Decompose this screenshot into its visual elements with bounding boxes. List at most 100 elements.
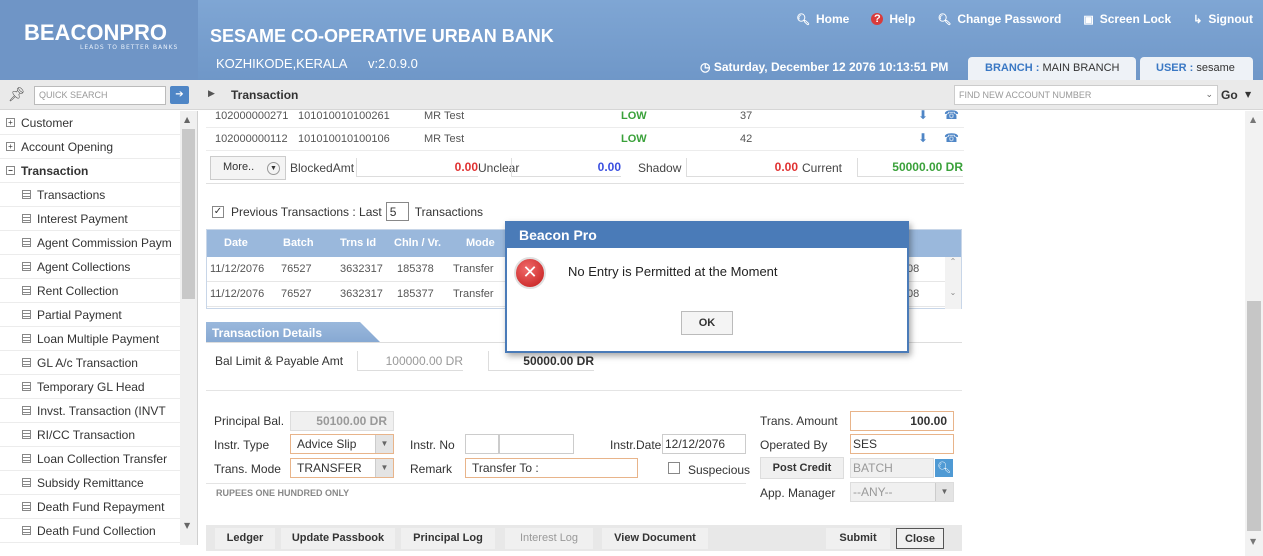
current-value: 50000.00 DR bbox=[857, 158, 963, 177]
app-manager-select[interactable]: --ANY-- ▼ bbox=[850, 482, 954, 502]
account-row[interactable]: 102000000271 101010010100261 MR Test LOW… bbox=[206, 105, 964, 128]
sidebar-subitem-label: Death Fund Repayment bbox=[37, 499, 165, 514]
batch-input[interactable]: BATCH bbox=[850, 458, 934, 478]
account-count: 37 bbox=[740, 110, 753, 122]
ok-button[interactable]: OK bbox=[681, 311, 733, 335]
submit-button[interactable]: Submit bbox=[826, 528, 890, 549]
sidebar-subitem-label: Agent Commission Paym bbox=[37, 235, 172, 250]
scroll-up-icon[interactable]: ▲ bbox=[184, 115, 190, 124]
suspecious-checkbox[interactable] bbox=[668, 462, 680, 474]
document-icon bbox=[22, 406, 31, 415]
cell-date: 11/12/2076 bbox=[210, 263, 265, 275]
download-icon[interactable]: ⬇ bbox=[918, 108, 928, 122]
signout-icon: ↳ bbox=[1193, 13, 1203, 26]
sidebar-subitem[interactable]: RI/CC Transaction bbox=[0, 423, 180, 447]
instr-type-label: Instr. Type bbox=[214, 438, 270, 452]
chevron-down-icon[interactable]: ⌄ bbox=[1205, 89, 1213, 100]
main-scrollbar[interactable]: ▲ ▼ bbox=[1245, 111, 1263, 556]
pin-icon[interactable]: 📌︎ bbox=[8, 87, 26, 103]
view-document-button[interactable]: View Document bbox=[602, 528, 708, 549]
document-icon bbox=[22, 430, 31, 439]
principal-log-button[interactable]: Principal Log bbox=[401, 528, 495, 549]
close-button[interactable]: Close bbox=[896, 528, 944, 549]
ledger-button[interactable]: Ledger bbox=[215, 528, 275, 549]
logo-text: BEACONPRO bbox=[24, 20, 168, 45]
expand-icon[interactable]: + bbox=[6, 142, 15, 151]
go-button[interactable]: Go bbox=[1221, 88, 1238, 102]
signout-link[interactable]: ↳ Signout bbox=[1193, 12, 1253, 26]
chevron-down-icon[interactable]: ▼ bbox=[935, 483, 953, 501]
download-icon[interactable]: ⬇ bbox=[918, 131, 928, 145]
sidebar-subitem-label: Loan Collection Transfer bbox=[37, 451, 168, 466]
sidebar-item[interactable]: + Account Opening bbox=[0, 135, 180, 159]
sidebar-subitem[interactable]: Subsidy Remittance bbox=[0, 471, 180, 495]
more-button[interactable]: More.. ▼ bbox=[210, 156, 286, 180]
sidebar-subitem[interactable]: Partial Payment bbox=[0, 303, 180, 327]
sidebar-subitem[interactable]: Agent Collections bbox=[0, 255, 180, 279]
scroll-up-icon[interactable]: ▲ bbox=[1250, 115, 1256, 124]
sidebar-item[interactable]: − Transaction bbox=[0, 159, 180, 183]
phone-icon[interactable]: ☎ bbox=[944, 108, 959, 122]
instr-date-input[interactable]: 12/12/2076 bbox=[662, 434, 746, 454]
branch-tab[interactable]: BRANCH : MAIN BRANCH bbox=[968, 57, 1136, 80]
sidebar-subitem[interactable]: Transactions bbox=[0, 183, 180, 207]
user-tab[interactable]: USER : sesame bbox=[1140, 57, 1253, 80]
find-account-placeholder: FIND NEW ACCOUNT NUMBER bbox=[959, 90, 1092, 100]
last-count-input[interactable]: 5 bbox=[385, 202, 409, 221]
sidebar-subitem[interactable]: Invst. Transaction (INVT bbox=[0, 399, 180, 423]
instr-no-prefix-input[interactable] bbox=[465, 434, 499, 454]
sidebar-subitem[interactable]: Temporary GL Head bbox=[0, 375, 180, 399]
sidebar-subitem[interactable]: Loan Multiple Payment bbox=[0, 327, 180, 351]
sidebar-subitem[interactable]: Loan Collection Transfer bbox=[0, 447, 180, 471]
previous-transactions-checkbox[interactable]: ✓ bbox=[212, 205, 224, 218]
sidebar-scroll-thumb[interactable] bbox=[182, 129, 195, 299]
sidebar-subitem[interactable]: Interest Payment bbox=[0, 207, 180, 231]
scroll-down-icon[interactable]: ⌄ bbox=[945, 288, 961, 297]
scroll-up-icon[interactable]: ⌃ bbox=[945, 257, 961, 266]
sidebar-subitem[interactable]: Death Fund Repayment bbox=[0, 495, 180, 519]
phone-icon[interactable]: ☎ bbox=[944, 131, 959, 145]
operated-by-input[interactable]: SES bbox=[850, 434, 954, 454]
remark-input[interactable]: Transfer To : bbox=[465, 458, 638, 478]
instr-no-input[interactable] bbox=[499, 434, 574, 454]
post-credit-button[interactable]: Post Credit bbox=[760, 457, 844, 479]
table-scrollbar[interactable]: ⌃ ⌄ bbox=[945, 257, 961, 309]
sidebar-scrollbar[interactable]: ▲ ▼ bbox=[180, 111, 197, 545]
sidebar-subitem[interactable]: Death Fund Collection bbox=[0, 519, 180, 543]
app-manager-label: App. Manager bbox=[760, 486, 836, 500]
dialog-title: Beacon Pro bbox=[507, 223, 907, 248]
home-link[interactable]: 🔍︎ Home bbox=[796, 12, 849, 26]
top-links: 🔍︎ Home ? Help 🔍︎ Change Password ▣ Scre… bbox=[774, 12, 1253, 26]
interest-log-button[interactable]: Interest Log bbox=[505, 528, 593, 549]
sidebar-subitem[interactable]: Agent Commission Paym bbox=[0, 231, 180, 255]
find-account-input[interactable]: FIND NEW ACCOUNT NUMBER ⌄ bbox=[954, 85, 1218, 105]
sidebar-item[interactable]: + Customer bbox=[0, 111, 180, 135]
trans-amount-input[interactable]: 100.00 bbox=[850, 411, 954, 431]
change-password-link[interactable]: 🔍︎ Change Password bbox=[937, 12, 1061, 26]
sidebar-subitem-label: Partial Payment bbox=[37, 307, 122, 322]
help-link[interactable]: ? Help bbox=[871, 12, 915, 26]
sidebar-subitem-label: RI/CC Transaction bbox=[37, 427, 136, 442]
trans-mode-select[interactable]: TRANSFER ▼ bbox=[290, 458, 394, 478]
document-icon bbox=[22, 334, 31, 343]
chevron-down-icon[interactable]: ▼ bbox=[375, 459, 393, 477]
update-passbook-button[interactable]: Update Passbook bbox=[281, 528, 395, 549]
search-icon[interactable]: 🔍︎ bbox=[935, 459, 953, 477]
screen-lock-link[interactable]: ▣ Screen Lock bbox=[1083, 12, 1171, 26]
account-row[interactable]: 102000000112 101010010100106 MR Test LOW… bbox=[206, 128, 964, 151]
document-icon bbox=[22, 526, 31, 535]
expand-icon[interactable]: + bbox=[6, 118, 15, 127]
sidebar-subitem[interactable]: Rent Collection bbox=[0, 279, 180, 303]
quick-search-input[interactable]: QUICK SEARCH bbox=[34, 86, 166, 105]
chevron-down-icon[interactable]: ▼ bbox=[375, 435, 393, 453]
sidebar-subitem[interactable]: GL A/c Transaction bbox=[0, 351, 180, 375]
risk-level: LOW bbox=[621, 110, 647, 122]
scroll-down-icon[interactable]: ▼ bbox=[1250, 537, 1256, 546]
instr-type-select[interactable]: Advice Slip ▼ bbox=[290, 434, 394, 454]
main-scroll-thumb[interactable] bbox=[1247, 301, 1261, 531]
scroll-down-icon[interactable]: ▼ bbox=[184, 521, 190, 530]
quick-search-button[interactable]: ➔ bbox=[170, 86, 189, 104]
clock-icon: ◷ bbox=[700, 60, 714, 74]
collapse-icon[interactable]: − bbox=[6, 166, 15, 175]
caret-down-icon[interactable]: ▼ bbox=[1245, 90, 1251, 99]
